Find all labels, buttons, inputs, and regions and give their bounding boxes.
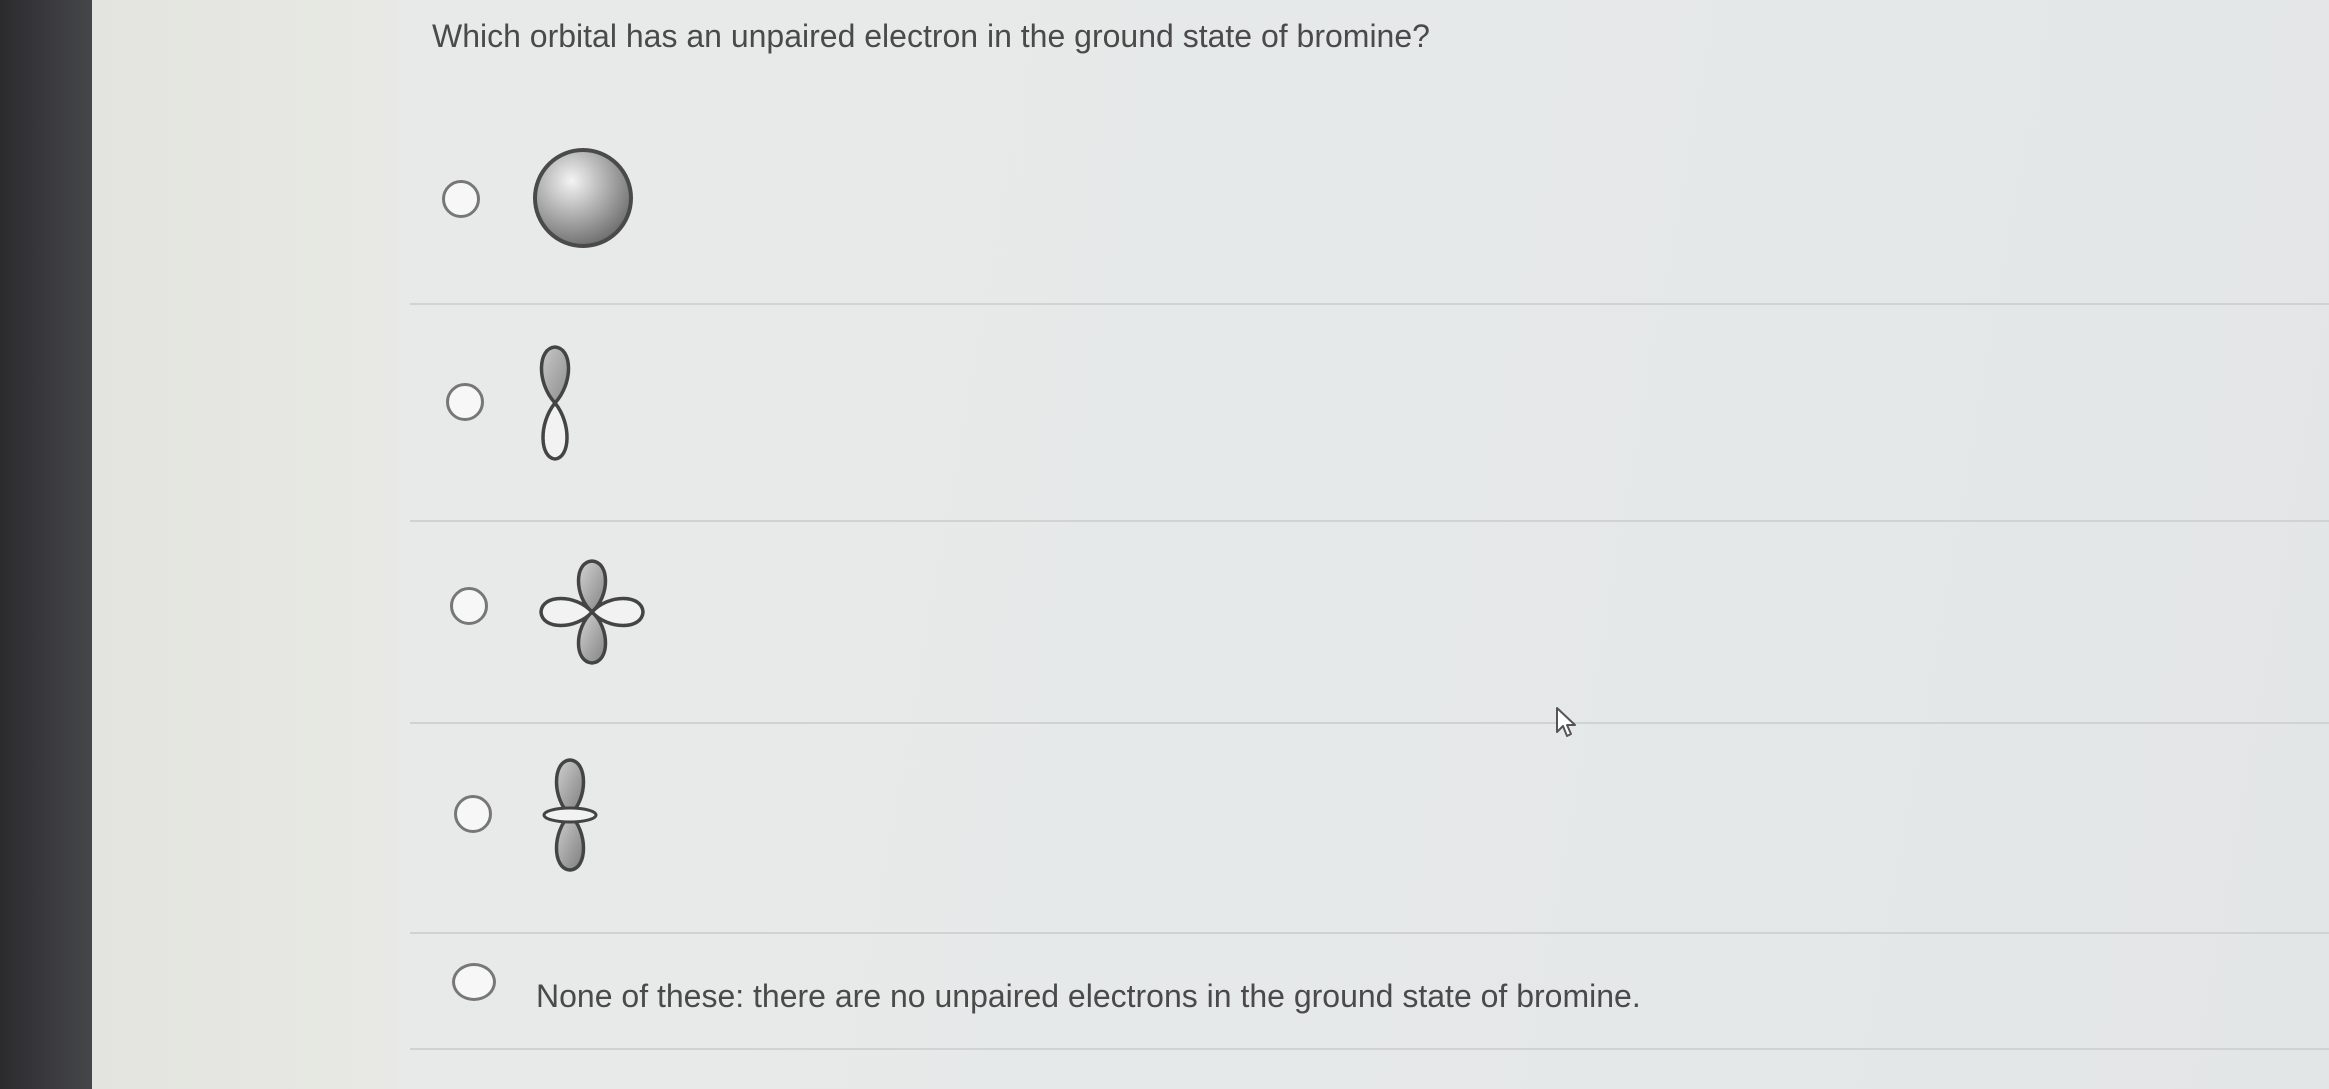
option-e-label[interactable]: None of these: there are no unpaired ele…: [536, 978, 1641, 1015]
screen-bezel: [0, 0, 92, 1089]
option-c-radio[interactable]: [450, 587, 488, 625]
quiz-page: Which orbital has an unpaired electron i…: [0, 0, 2329, 1089]
option-divider: [410, 932, 2329, 934]
dz2-orbital-icon: [542, 758, 598, 872]
question-panel: [398, 0, 2329, 1089]
option-d-radio[interactable]: [454, 795, 492, 833]
option-a-radio[interactable]: [442, 180, 480, 218]
option-e-radio[interactable]: [452, 963, 496, 1001]
option-divider: [410, 303, 2329, 305]
option-divider: [410, 1048, 2329, 1050]
left-panel: [92, 0, 398, 1089]
option-divider: [410, 722, 2329, 724]
p-orbital-outline-icon: [539, 345, 571, 461]
option-b-radio[interactable]: [446, 383, 484, 421]
question-text: Which orbital has an unpaired electron i…: [432, 18, 1430, 54]
mouse-pointer-icon: [1556, 707, 1576, 737]
d-orbital-cloverleaf-icon: [539, 559, 645, 665]
s-orbital-sphere-icon: [533, 148, 633, 248]
option-divider: [410, 520, 2329, 522]
